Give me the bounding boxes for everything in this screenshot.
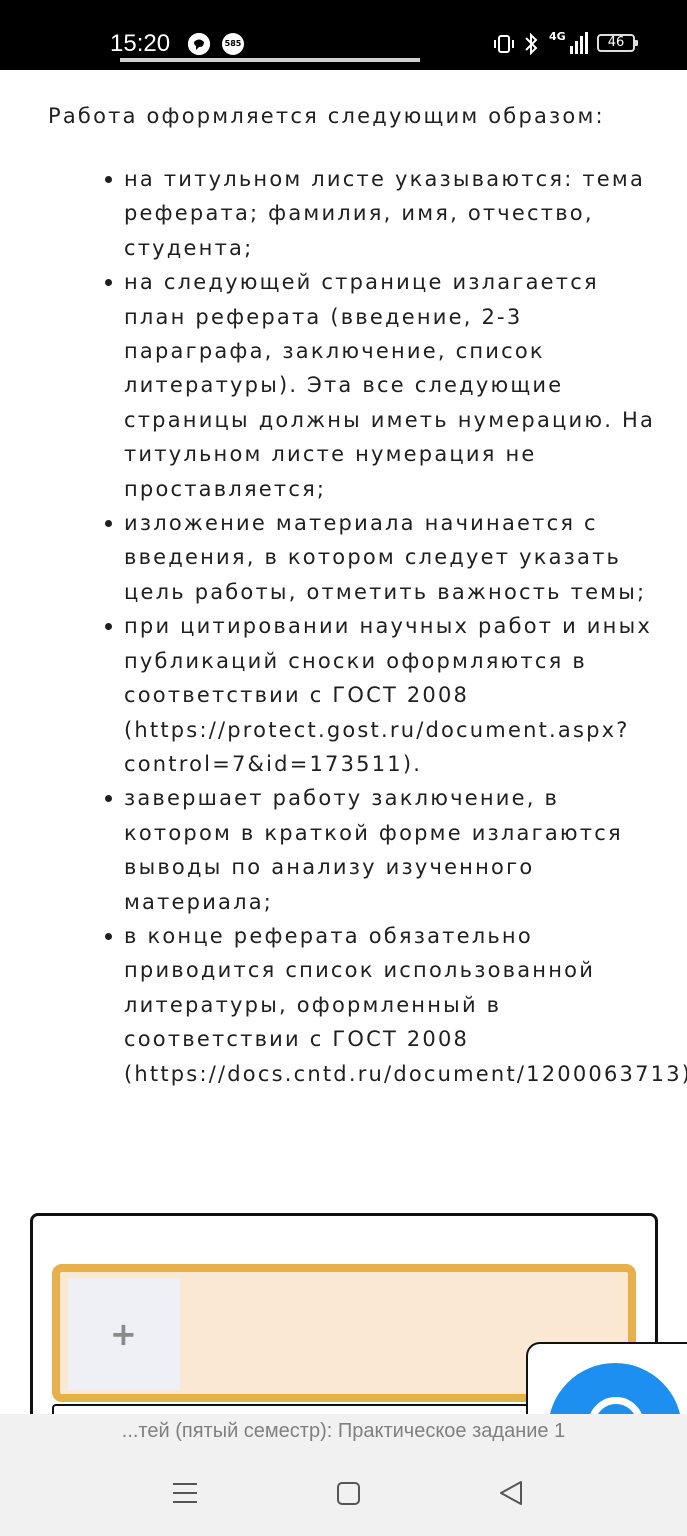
list-item: на следующей странице излагается план ре… <box>105 265 687 506</box>
requirements-list: на титульном листе указываются: тема реф… <box>105 162 687 1091</box>
clock: 15:20 <box>110 30 171 57</box>
cut-off-text-line <box>120 58 420 62</box>
plus-icon: + <box>110 1315 137 1353</box>
add-file-button[interactable]: + <box>68 1278 180 1390</box>
list-item: изложение материала начинается с введени… <box>105 506 687 609</box>
list-item: на титульном листе указываются: тема реф… <box>105 162 687 265</box>
menu-nav-icon[interactable] <box>172 1478 198 1508</box>
list-item: в конце реферата обязательно приводится … <box>105 919 687 1091</box>
badge-notification-icon: 585 <box>222 33 244 55</box>
battery-icon: 46 <box>597 34 638 52</box>
vibrate-icon <box>494 35 514 53</box>
chat-notification-icon <box>188 33 210 55</box>
list-item: завершает работу заключение, в котором в… <box>105 781 687 919</box>
list-item: при цитировании научных работ и иных пуб… <box>105 609 687 781</box>
page-title[interactable]: ...тей (пятый семестр): Практическое зад… <box>0 1420 687 1443</box>
bluetooth-icon <box>525 32 538 56</box>
home-nav-icon[interactable] <box>336 1478 362 1508</box>
signal-icon <box>570 32 588 54</box>
section-intro-text: Работа оформляется следующим образом: <box>48 104 605 128</box>
back-nav-icon[interactable] <box>498 1478 524 1508</box>
